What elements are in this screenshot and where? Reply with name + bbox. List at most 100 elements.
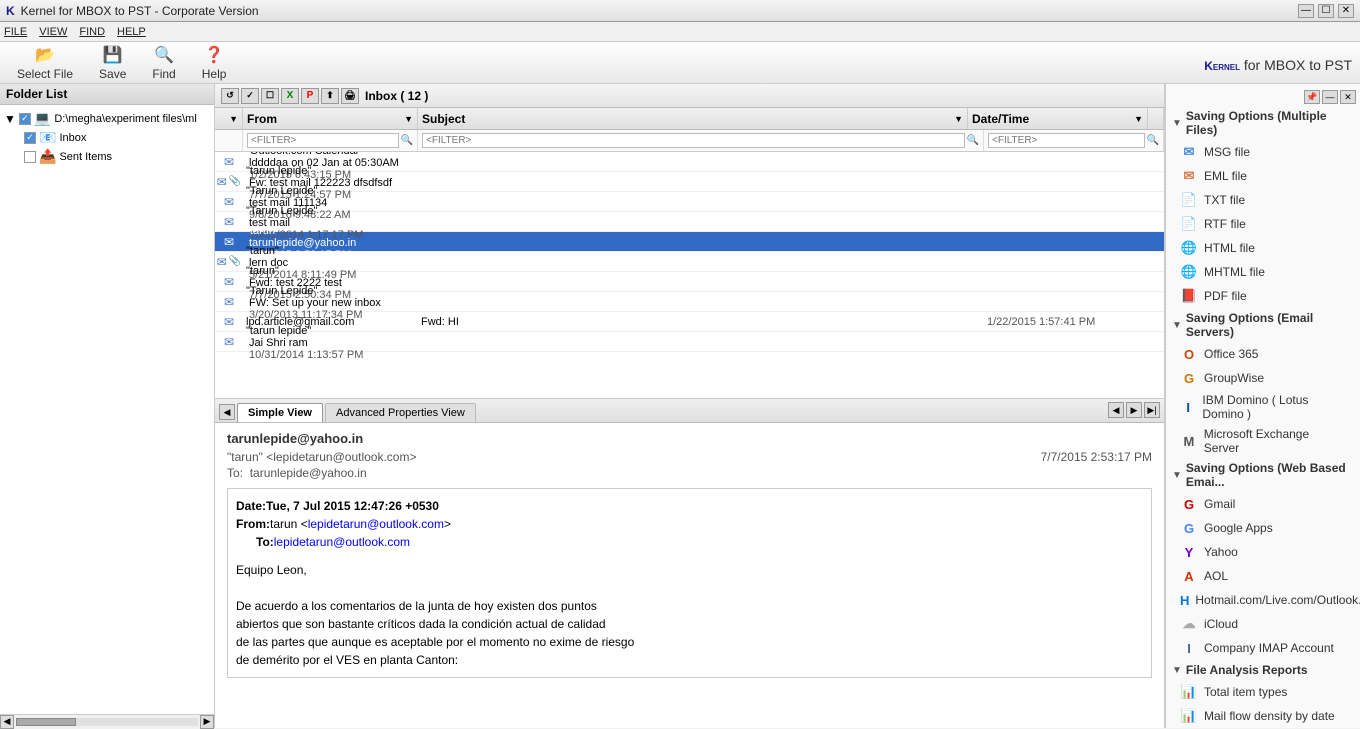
sent-checkbox[interactable] — [24, 151, 36, 163]
right-item-icon: 🌐 — [1180, 263, 1198, 281]
scroll-thumb[interactable] — [16, 718, 76, 726]
find-button[interactable]: 🔍 Find — [143, 45, 184, 81]
right-item-label: RTF file — [1204, 217, 1246, 231]
filter-date-input[interactable] — [988, 133, 1145, 148]
minimize-button[interactable]: — — [1298, 4, 1314, 18]
email-icon-cell: ✉ — [215, 235, 243, 249]
right-item-mhtml[interactable]: 🌐 MHTML file — [1166, 260, 1360, 284]
envelope-icon: ✉ — [224, 215, 234, 229]
right-item-msg[interactable]: ✉ MSG file — [1166, 140, 1360, 164]
horizontal-scrollbar[interactable]: ◀ ▶ — [0, 714, 214, 728]
right-item-pdf[interactable]: 📕 PDF file — [1166, 284, 1360, 308]
preview-body: Date:Tue, 7 Jul 2015 12:47:26 +0530 From… — [227, 488, 1152, 678]
body-to-line: To:lepidetarun@outlook.com — [256, 533, 1143, 551]
right-item-gmail[interactable]: G Gmail — [1166, 492, 1360, 516]
menu-view[interactable]: VIEW — [39, 26, 67, 38]
col-header-icon[interactable]: ▼ — [215, 108, 243, 129]
table-row[interactable]: ✉ "tarun lepide" Jai Shri ram 10/31/2014… — [215, 332, 1164, 352]
save-button[interactable]: 💾 Save — [90, 45, 135, 81]
folder-inbox[interactable]: ✓ 📧 Inbox — [24, 128, 210, 147]
inbox-checkbox[interactable]: ✓ — [24, 132, 36, 144]
refresh-button[interactable]: ↺ — [221, 88, 239, 104]
menu-find[interactable]: FIND — [79, 26, 105, 38]
right-item-total[interactable]: 📊 Total item types — [1166, 680, 1360, 704]
preview-nav-last[interactable]: ▶| — [1144, 402, 1160, 418]
attachment-icon: 📎 — [229, 256, 241, 267]
right-item-ms[interactable]: M Microsoft Exchange Server — [1166, 424, 1360, 458]
right-panel-close[interactable]: ✕ — [1340, 90, 1356, 104]
right-item-icloud[interactable]: ☁ iCloud — [1166, 612, 1360, 636]
filter-subject-cell: 🔍 — [418, 130, 984, 151]
close-button[interactable]: ✕ — [1338, 4, 1354, 18]
scroll-right-arrow[interactable]: ▶ — [200, 715, 214, 729]
right-item-txt[interactable]: 📄 TXT file — [1166, 188, 1360, 212]
right-item-rtf[interactable]: 📄 RTF file — [1166, 212, 1360, 236]
right-item-icon: 🌐 — [1180, 239, 1198, 257]
check-all-button[interactable]: ✓ — [241, 88, 259, 104]
preview-nav-left[interactable]: ◀ — [219, 404, 235, 420]
uncheck-button[interactable]: ☐ — [261, 88, 279, 104]
right-item-eml[interactable]: ✉ EML file — [1166, 164, 1360, 188]
right-panel: 📌 — ✕ ▼ Saving Options (Multiple Files) … — [1165, 84, 1360, 728]
section-saving-multiple[interactable]: ▼ Saving Options (Multiple Files) — [1166, 106, 1360, 140]
export-button[interactable]: ⬆ — [321, 88, 339, 104]
body-from-link[interactable]: lepidetarun@outlook.com — [308, 517, 444, 531]
right-item-o365[interactable]: O Office 365 — [1166, 342, 1360, 366]
email-list-header: ↺ ✓ ☐ X P ⬆ 🖨 Inbox ( 12 ) — [215, 84, 1164, 108]
right-item-imap[interactable]: I Company IMAP Account — [1166, 636, 1360, 660]
folder-root[interactable]: ▼ ✓ 💻 D:\megha\experiment files\ml — [4, 109, 210, 128]
filter-from-search-icon[interactable]: 🔍 — [401, 135, 413, 146]
right-item-mailflow-date[interactable]: 📊 Mail flow density by date — [1166, 704, 1360, 728]
window-controls[interactable]: — ☐ ✕ — [1298, 4, 1354, 18]
pdf-button[interactable]: P — [301, 88, 319, 104]
col-header-from[interactable]: From ▼ — [243, 108, 418, 129]
right-item-label: iCloud — [1204, 617, 1238, 631]
tab-simple-view[interactable]: Simple View — [237, 403, 323, 422]
envelope-icon: ✉ — [224, 275, 234, 289]
scroll-track — [16, 718, 198, 726]
right-panel-pin[interactable]: 📌 — [1304, 90, 1320, 104]
section-saving-servers[interactable]: ▼ Saving Options (Email Servers) — [1166, 308, 1360, 342]
email-date: 10/31/2014 1:13:57 PM — [246, 349, 418, 361]
menu-file[interactable]: FILE — [4, 26, 27, 38]
maximize-button[interactable]: ☐ — [1318, 4, 1334, 18]
email-icon-cell: ✉ — [215, 295, 243, 309]
email-column-headers: ▼ From ▼ Subject ▼ Date/Time ▼ — [215, 108, 1164, 130]
email-icon-cell: ✉ 📎 — [215, 255, 243, 269]
filter-from-input[interactable] — [247, 133, 399, 148]
root-checkbox[interactable]: ✓ — [19, 113, 31, 125]
col-header-subject[interactable]: Subject ▼ — [418, 108, 968, 129]
xlsx-button[interactable]: X — [281, 88, 299, 104]
print-button[interactable]: 🖨 — [341, 88, 359, 104]
branding-rest: for MBOX to PST — [1240, 57, 1352, 73]
filter-subject-search-icon[interactable]: 🔍 — [967, 135, 979, 146]
right-item-yahoo[interactable]: Y Yahoo — [1166, 540, 1360, 564]
select-file-button[interactable]: 📂 Select File — [8, 45, 82, 81]
section-saving-web[interactable]: ▼ Saving Options (Web Based Emai... — [1166, 458, 1360, 492]
table-row[interactable]: ✉ "Tarun Lepide" FW: Set up your new inb… — [215, 292, 1164, 312]
menu-help[interactable]: HELP — [117, 26, 146, 38]
right-item-ibm[interactable]: I IBM Domino ( Lotus Domino ) — [1166, 390, 1360, 424]
sent-label: Sent Items — [59, 151, 112, 163]
folder-path: D:\megha\experiment files\ml — [54, 113, 196, 125]
folder-sent[interactable]: 📤 Sent Items — [24, 147, 210, 166]
section-file-analysis[interactable]: ▼ File Analysis Reports — [1166, 660, 1360, 680]
scroll-left-arrow[interactable]: ◀ — [0, 715, 14, 729]
preview-nav-next[interactable]: ▶ — [1126, 402, 1142, 418]
tab-advanced-view[interactable]: Advanced Properties View — [325, 403, 476, 422]
envelope-icon: ✉ — [224, 195, 234, 209]
right-panel-minimize[interactable]: — — [1322, 90, 1338, 104]
body-to-link[interactable]: lepidetarun@outlook.com — [274, 535, 410, 549]
preview-nav-prev[interactable]: ◀ — [1108, 402, 1124, 418]
filter-subject-input[interactable] — [422, 133, 965, 148]
right-item-html[interactable]: 🌐 HTML file — [1166, 236, 1360, 260]
titlebar: K Kernel for MBOX to PST - Corporate Ver… — [0, 0, 1360, 22]
filter-date-search-icon[interactable]: 🔍 — [1147, 135, 1159, 146]
help-button[interactable]: ❓ Help — [193, 45, 236, 81]
right-item-gw[interactable]: G GroupWise — [1166, 366, 1360, 390]
right-item-icon: G — [1180, 519, 1198, 537]
right-item-hotmail[interactable]: H Hotmail.com/Live.com/Outlook.... — [1166, 588, 1360, 612]
col-header-date[interactable]: Date/Time ▼ — [968, 108, 1148, 129]
right-item-gapps[interactable]: G Google Apps — [1166, 516, 1360, 540]
right-item-aol[interactable]: A AOL — [1166, 564, 1360, 588]
